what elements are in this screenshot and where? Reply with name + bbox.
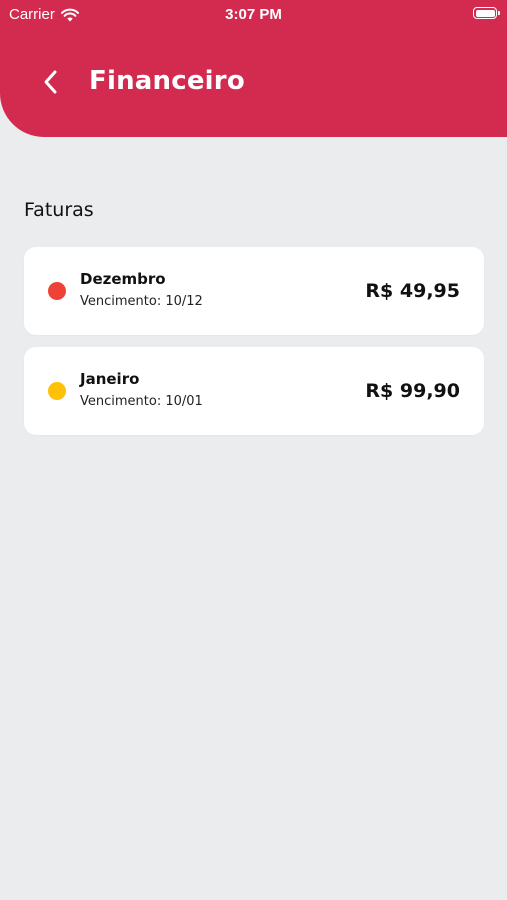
back-button[interactable] — [36, 62, 66, 102]
page-title: Financeiro — [89, 66, 245, 96]
invoice-status-dot — [48, 282, 66, 300]
invoice-month: Dezembro — [80, 270, 166, 288]
invoice-card[interactable]: Dezembro Vencimento: 10/12 R$ 49,95 — [24, 247, 484, 335]
invoice-month: Janeiro — [80, 370, 140, 388]
invoice-card[interactable]: Janeiro Vencimento: 10/01 R$ 99,90 — [24, 347, 484, 435]
status-bar: Carrier 3:07 PM — [0, 0, 507, 28]
invoice-due-date: Vencimento: 10/01 — [80, 394, 203, 409]
invoice-status-dot — [48, 382, 66, 400]
chevron-left-icon — [44, 70, 57, 94]
invoice-amount: R$ 49,95 — [365, 280, 460, 302]
invoice-due-date: Vencimento: 10/12 — [80, 294, 203, 309]
app-header: Carrier 3:07 PM Financeiro — [0, 0, 507, 137]
status-time: 3:07 PM — [225, 6, 282, 23]
section-title: Faturas — [24, 199, 94, 221]
invoice-amount: R$ 99,90 — [365, 380, 460, 402]
battery-icon — [473, 7, 500, 19]
